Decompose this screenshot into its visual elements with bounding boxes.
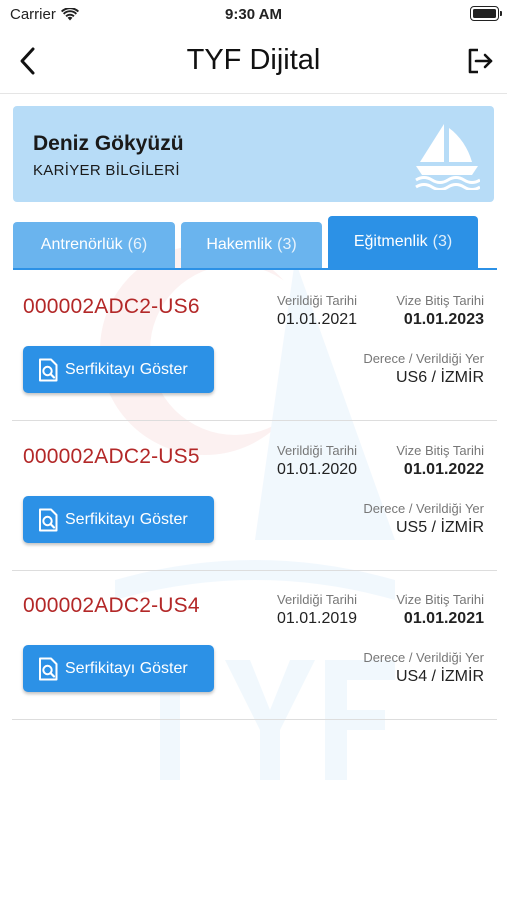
show-certificate-label: Serfikitayı Göster [65, 510, 188, 528]
tab-count: (3) [277, 236, 297, 253]
issue-date-label: Verildiği Tarihi [277, 443, 357, 458]
logout-button[interactable] [465, 46, 495, 76]
visa-end-label: Vize Bitiş Tarihi [396, 592, 484, 607]
issue-date-value: 01.01.2019 [277, 610, 358, 627]
visa-end-value: 01.01.2023 [403, 311, 484, 328]
show-certificate-button[interactable]: Serfikitayı Göster [23, 496, 214, 543]
certificate-row: 000002ADC2-US6 Verildiği Tarihi 01.01.20… [12, 271, 497, 421]
profile-subtitle: KARİYER BİLGİLERİ [33, 162, 180, 179]
degree-place-value: US6 / İZMİR [395, 369, 484, 386]
status-bar: Carrier 9:30 AM [0, 0, 507, 30]
tab-count: (3) [432, 233, 453, 250]
degree-place-label: Derece / Verildiği Yer [363, 650, 484, 665]
visa-end-value: 01.01.2021 [403, 610, 484, 627]
status-time: 9:30 AM [225, 6, 282, 23]
issue-date-value: 01.01.2020 [277, 461, 358, 478]
certificate-row: 000002ADC2-US4 Verildiği Tarihi 01.01.20… [12, 570, 497, 720]
show-certificate-label: Serfikitayı Göster [65, 659, 188, 677]
logout-icon [468, 48, 493, 74]
page-title: TYF Dijital [186, 44, 321, 76]
issue-date-value: 01.01.2021 [277, 311, 358, 328]
visa-end-label: Vize Bitiş Tarihi [396, 293, 484, 308]
certificate-code: 000002ADC2-US4 [23, 594, 200, 617]
visa-end-label: Vize Bitiş Tarihi [396, 443, 484, 458]
certificate-code: 000002ADC2-US6 [23, 295, 200, 318]
show-certificate-button[interactable]: Serfikitayı Göster [23, 645, 214, 692]
certificate-row: 000002ADC2-US5 Verildiği Tarihi 01.01.20… [12, 421, 497, 571]
degree-place-label: Derece / Verildiği Yer [363, 351, 484, 366]
tab-underline [13, 268, 497, 270]
issue-date-label: Verildiği Tarihi [277, 293, 357, 308]
sailboat-icon [415, 124, 480, 190]
profile-name: Deniz Gökyüzü [33, 132, 184, 155]
certificate-search-icon [39, 358, 58, 381]
show-certificate-button[interactable]: Serfikitayı Göster [23, 346, 214, 393]
certificate-search-icon [39, 508, 58, 531]
tab-label: Antrenörlük [40, 236, 123, 253]
tab-label: Eğitmenlik [353, 233, 428, 250]
certificate-code: 000002ADC2-US5 [23, 445, 200, 468]
profile-card: Deniz Gökyüzü KARİYER BİLGİLERİ [13, 106, 494, 202]
certificate-search-icon [39, 657, 58, 680]
battery-icon [470, 6, 502, 21]
degree-place-value: US4 / İZMİR [395, 668, 484, 685]
tab-egitmenlik[interactable]: Eğitmenlik (3) [328, 216, 478, 268]
tab-count: (6) [127, 236, 148, 253]
tab-hakemlik[interactable]: Hakemlik (3) [181, 222, 322, 268]
issue-date-label: Verildiği Tarihi [277, 592, 357, 607]
degree-place-label: Derece / Verildiği Yer [363, 501, 484, 516]
degree-place-value: US5 / İZMİR [395, 519, 484, 536]
visa-end-value: 01.01.2022 [403, 461, 484, 478]
tab-antrenorluk[interactable]: Antrenörlük (6) [13, 222, 175, 268]
navigation-bar: TYF Dijital [0, 30, 507, 94]
tab-label: Hakemlik [206, 236, 273, 253]
show-certificate-label: Serfikitayı Göster [65, 360, 188, 378]
